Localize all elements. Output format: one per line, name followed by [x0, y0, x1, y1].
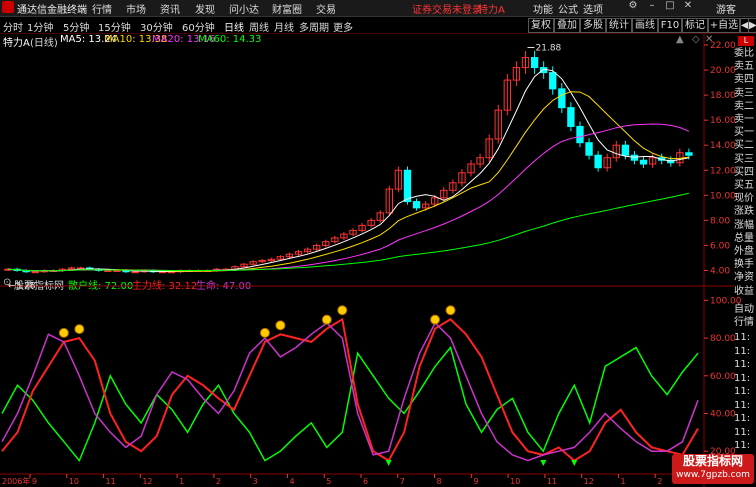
candle-body	[104, 269, 112, 272]
date-month-label: 6	[363, 477, 368, 486]
candle-body	[594, 154, 602, 169]
price-tick-label: 8.00	[710, 216, 730, 226]
watermark-url: www.7gpzb.com	[676, 470, 750, 480]
candle-body	[412, 201, 421, 209]
price-tick-label: 20.00	[710, 66, 736, 76]
candle-body	[131, 271, 139, 274]
candle-body	[576, 125, 584, 144]
watermark-badge: 股票指标网 www.7gpzb.com	[672, 454, 754, 484]
date-month-label: 10	[510, 477, 520, 486]
price-tick-label: 12.00	[710, 166, 736, 176]
price-tick-label: 14.00	[710, 141, 736, 151]
candle-body	[630, 154, 639, 161]
candle-body	[539, 67, 548, 74]
ma10-line	[7, 91, 689, 272]
candle-body	[31, 271, 39, 274]
indicator-tick-label: 60.00	[710, 372, 736, 382]
candle-body	[530, 57, 539, 69]
indicator-tick-label: 100.00	[710, 296, 742, 306]
date-month-label: 2	[657, 477, 662, 486]
bottom-arrow-icon	[540, 460, 547, 466]
price-tick-label: 18.00	[710, 91, 736, 101]
price-tick-label: 22.00	[710, 41, 736, 51]
date-month-label: 4	[289, 477, 294, 486]
indicator-tick-label: 40.00	[710, 409, 736, 419]
date-month-label: 10	[69, 477, 79, 486]
peak-smiley-icon	[58, 327, 69, 338]
candle-body	[113, 269, 121, 272]
peak-smiley-icon	[337, 305, 348, 316]
peak-smiley-icon	[259, 327, 270, 338]
candle-body	[621, 144, 630, 156]
date-month-label: 11	[106, 477, 116, 486]
candle-body	[549, 72, 557, 90]
date-month-label: 1	[179, 477, 184, 486]
bottom-arrow-icon	[571, 460, 578, 466]
date-month-label: 7	[400, 477, 405, 486]
date-month-label: 12	[142, 477, 152, 486]
kline-chart[interactable]: 21.88←3.28 22.0020.0018.0016.0014.0012.0…	[0, 0, 756, 487]
price-tick-label: 6.00	[710, 241, 730, 251]
watermark-name: 股票指标网	[682, 454, 743, 468]
date-month-label: 12	[584, 477, 594, 486]
peak-smiley-icon	[321, 314, 332, 325]
candle-body	[558, 88, 566, 109]
date-month-label: 11	[547, 477, 557, 486]
peak-smiley-icon	[445, 305, 456, 316]
ma60-line	[7, 192, 690, 272]
candle-body	[567, 107, 575, 127]
date-month-label: 9	[32, 477, 37, 486]
candle-body	[585, 142, 593, 156]
peak-smiley-icon	[74, 324, 85, 335]
high-price-label: 21.88	[536, 44, 562, 54]
price-tick-label: 16.00	[710, 116, 736, 126]
date-month-label: 2	[216, 477, 221, 486]
date-month-label: 8	[437, 477, 442, 486]
candle-body	[639, 159, 648, 165]
price-tick-label: 10.00	[710, 191, 736, 201]
peak-smiley-icon	[430, 314, 441, 325]
date-month-label: 5	[326, 477, 331, 486]
price-tick-label: 4.00	[710, 266, 730, 276]
indicator-tick-label: 80.00	[710, 334, 736, 344]
date-month-label: 1	[620, 477, 625, 486]
ma5-line	[7, 68, 689, 272]
candle-body	[403, 169, 412, 203]
peak-smiley-icon	[275, 320, 286, 331]
date-month-label: 3	[253, 477, 258, 486]
low-price-label: ←3.28	[8, 281, 36, 291]
date-year-label: 2006年	[2, 476, 30, 486]
date-month-label: 9	[473, 477, 478, 486]
bottom-arrow-icon	[385, 460, 392, 466]
candle-body	[685, 152, 693, 156]
